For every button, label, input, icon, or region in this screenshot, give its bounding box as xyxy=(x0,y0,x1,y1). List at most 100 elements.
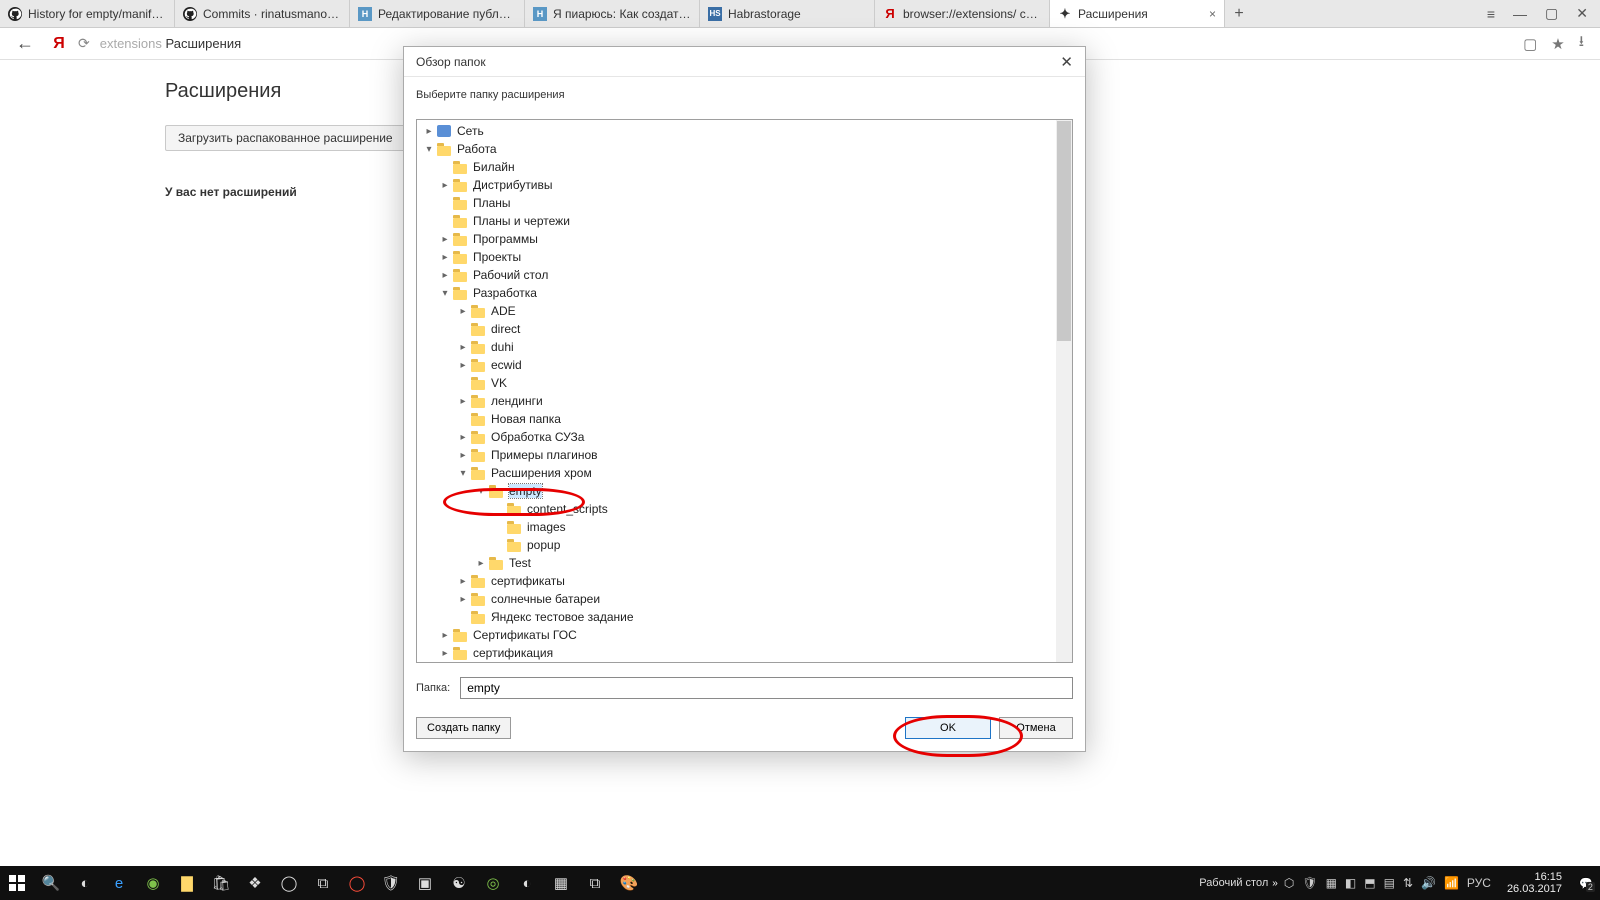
ok-button[interactable]: OK xyxy=(905,717,991,739)
back-button[interactable]: ← xyxy=(10,33,40,54)
folder-tree[interactable]: ▸Сеть▾РаботаБилайн▸ДистрибутивыПланыПлан… xyxy=(416,119,1073,663)
tray-shield-icon[interactable]: 🛡 xyxy=(1302,876,1317,890)
tree-row[interactable]: Планы xyxy=(417,194,1072,212)
window-maximize-icon[interactable]: ▢ xyxy=(1545,5,1558,22)
tree-expand-icon[interactable]: ▸ xyxy=(439,630,451,641)
taskbar-app-4[interactable]: ⧉ xyxy=(306,866,340,900)
folder-name-input[interactable] xyxy=(460,677,1073,699)
tree-expand-icon[interactable]: ▸ xyxy=(457,342,469,353)
tree-expand-icon[interactable]: ▸ xyxy=(457,576,469,587)
window-close-icon[interactable]: ✕ xyxy=(1576,5,1588,22)
tree-expand-icon[interactable]: ▸ xyxy=(457,594,469,605)
tray-icon-5[interactable]: ▤ xyxy=(1384,876,1395,890)
cancel-button[interactable]: Отмена xyxy=(999,717,1073,739)
tray-network-icon[interactable]: ⇅ xyxy=(1403,876,1413,890)
dialog-titlebar[interactable]: Обзор папок ✕ xyxy=(404,47,1085,77)
taskbar-app-5[interactable]: 🛡 xyxy=(374,866,408,900)
url-box[interactable]: extensions Расширения xyxy=(100,36,241,51)
browser-tab[interactable]: HРедактирование публика xyxy=(350,0,525,27)
browser-tab[interactable]: ✦Расширения× xyxy=(1050,0,1225,27)
taskbar-app-7[interactable]: ◎ xyxy=(476,866,510,900)
tree-scrollbar[interactable] xyxy=(1056,120,1072,662)
shield-icon[interactable]: ▢ xyxy=(1523,35,1537,53)
tree-expand-icon[interactable]: ▸ xyxy=(439,252,451,263)
tree-row[interactable]: ▸Программы xyxy=(417,230,1072,248)
show-desktop-label[interactable]: Рабочий стол xyxy=(1195,877,1272,889)
tree-row[interactable]: ▸duhi xyxy=(417,338,1072,356)
tree-expand-icon[interactable]: ▸ xyxy=(457,450,469,461)
tree-expand-icon[interactable]: ▾ xyxy=(475,486,487,497)
taskbar-paint-icon[interactable]: 🎨 xyxy=(612,866,646,900)
load-unpacked-button[interactable]: Загрузить распакованное расширение xyxy=(165,125,406,151)
tray-icon-1[interactable]: ⬡ xyxy=(1284,876,1294,890)
tree-expand-icon[interactable]: ▸ xyxy=(439,270,451,281)
tree-row[interactable]: ▸солнечные батареи xyxy=(417,590,1072,608)
start-button[interactable] xyxy=(0,866,34,900)
tree-row[interactable]: ▸Test xyxy=(417,554,1072,572)
browser-tab[interactable]: Яbrowser://extensions/ ccak xyxy=(875,0,1050,27)
taskbar-app-10[interactable]: ⧉ xyxy=(578,866,612,900)
taskbar-store-icon[interactable]: 🛍 xyxy=(204,866,238,900)
menu-icon[interactable]: ≡ xyxy=(1487,6,1495,22)
tree-row[interactable]: ▸Примеры плагинов xyxy=(417,446,1072,464)
taskbar-app-8[interactable]: ◐ xyxy=(510,866,544,900)
tree-row[interactable]: ▸Сеть xyxy=(417,122,1072,140)
browser-tab[interactable]: Commits · rinatusmanov/e xyxy=(175,0,350,27)
taskbar-terminal-icon[interactable]: ▣ xyxy=(408,866,442,900)
tree-expand-icon[interactable]: ▸ xyxy=(439,234,451,245)
action-center-icon[interactable]: 💬2 xyxy=(1572,866,1600,900)
downloads-icon[interactable]: ⭳ xyxy=(1579,31,1584,56)
yandex-logo-icon[interactable]: Я xyxy=(50,35,68,53)
tree-expand-icon[interactable]: ▾ xyxy=(423,144,435,155)
taskbar-edge-icon[interactable]: e xyxy=(102,866,136,900)
tree-row[interactable]: ▸ecwid xyxy=(417,356,1072,374)
tree-row[interactable]: ▸ADE xyxy=(417,302,1072,320)
taskbar-clock[interactable]: 16:15 26.03.2017 xyxy=(1497,871,1572,895)
tree-expand-icon[interactable]: ▸ xyxy=(457,306,469,317)
tree-expand-icon[interactable]: ▸ xyxy=(457,432,469,443)
tray-wifi-icon[interactable]: 📶 xyxy=(1444,876,1459,890)
tree-row[interactable]: content_scripts xyxy=(417,500,1072,518)
tree-expand-icon[interactable]: ▸ xyxy=(439,648,451,659)
tree-expand-icon[interactable]: ▸ xyxy=(423,126,435,137)
tree-row[interactable]: ▸Дистрибутивы xyxy=(417,176,1072,194)
tree-row[interactable]: ▸сертификаты xyxy=(417,572,1072,590)
tray-icon-2[interactable]: ▦ xyxy=(1326,876,1337,890)
browser-tab[interactable]: HЯ пиарюсь: Как создать e xyxy=(525,0,700,27)
taskbar-app-1[interactable]: ◐ xyxy=(68,866,102,900)
tab-close-icon[interactable]: × xyxy=(1209,7,1216,21)
tree-row[interactable]: popup xyxy=(417,536,1072,554)
tree-row[interactable]: ▸лендинги xyxy=(417,392,1072,410)
tree-row[interactable]: ▾Разработка xyxy=(417,284,1072,302)
tree-expand-icon[interactable]: ▾ xyxy=(439,288,451,299)
close-icon[interactable]: ✕ xyxy=(1060,53,1073,71)
tree-row[interactable]: ▸Сертификаты ГОС xyxy=(417,626,1072,644)
taskbar-app-2[interactable]: ◉ xyxy=(136,866,170,900)
tree-row[interactable]: direct xyxy=(417,320,1072,338)
tree-row[interactable]: VK xyxy=(417,374,1072,392)
tree-row[interactable]: ▸сертификация xyxy=(417,644,1072,662)
tree-expand-icon[interactable]: ▸ xyxy=(439,180,451,191)
tray-language[interactable]: РУС xyxy=(1467,876,1491,890)
taskbar-chrome-icon[interactable]: ◯ xyxy=(272,866,306,900)
tree-row[interactable]: ▾Работа xyxy=(417,140,1072,158)
taskbar-app-3[interactable]: ❖ xyxy=(238,866,272,900)
tree-scrollbar-thumb[interactable] xyxy=(1057,121,1071,341)
search-icon[interactable]: 🔍 xyxy=(34,866,68,900)
tray-icon-3[interactable]: ◧ xyxy=(1345,876,1356,890)
tree-row[interactable]: Планы и чертежи xyxy=(417,212,1072,230)
tree-row[interactable]: ▸Обработка СУЗа xyxy=(417,428,1072,446)
taskbar-explorer-icon[interactable]: ▇ xyxy=(170,866,204,900)
tree-row[interactable]: images xyxy=(417,518,1072,536)
tree-expand-icon[interactable]: ▸ xyxy=(457,360,469,371)
tree-expand-icon[interactable]: ▸ xyxy=(457,396,469,407)
tree-row[interactable]: ▾Расширения хром xyxy=(417,464,1072,482)
tree-row[interactable]: Новая папка xyxy=(417,410,1072,428)
tree-expand-icon[interactable]: ▾ xyxy=(457,468,469,479)
tree-row[interactable]: Билайн xyxy=(417,158,1072,176)
tree-expand-icon[interactable]: ▸ xyxy=(475,558,487,569)
tray-icon-4[interactable]: ⬒ xyxy=(1364,876,1375,890)
reload-icon[interactable]: ⟳ xyxy=(78,35,90,52)
system-tray[interactable]: ⬡ 🛡 ▦ ◧ ⬒ ▤ ⇅ 🔊 📶 РУС xyxy=(1278,876,1497,890)
taskbar-app-9[interactable]: ▦ xyxy=(544,866,578,900)
